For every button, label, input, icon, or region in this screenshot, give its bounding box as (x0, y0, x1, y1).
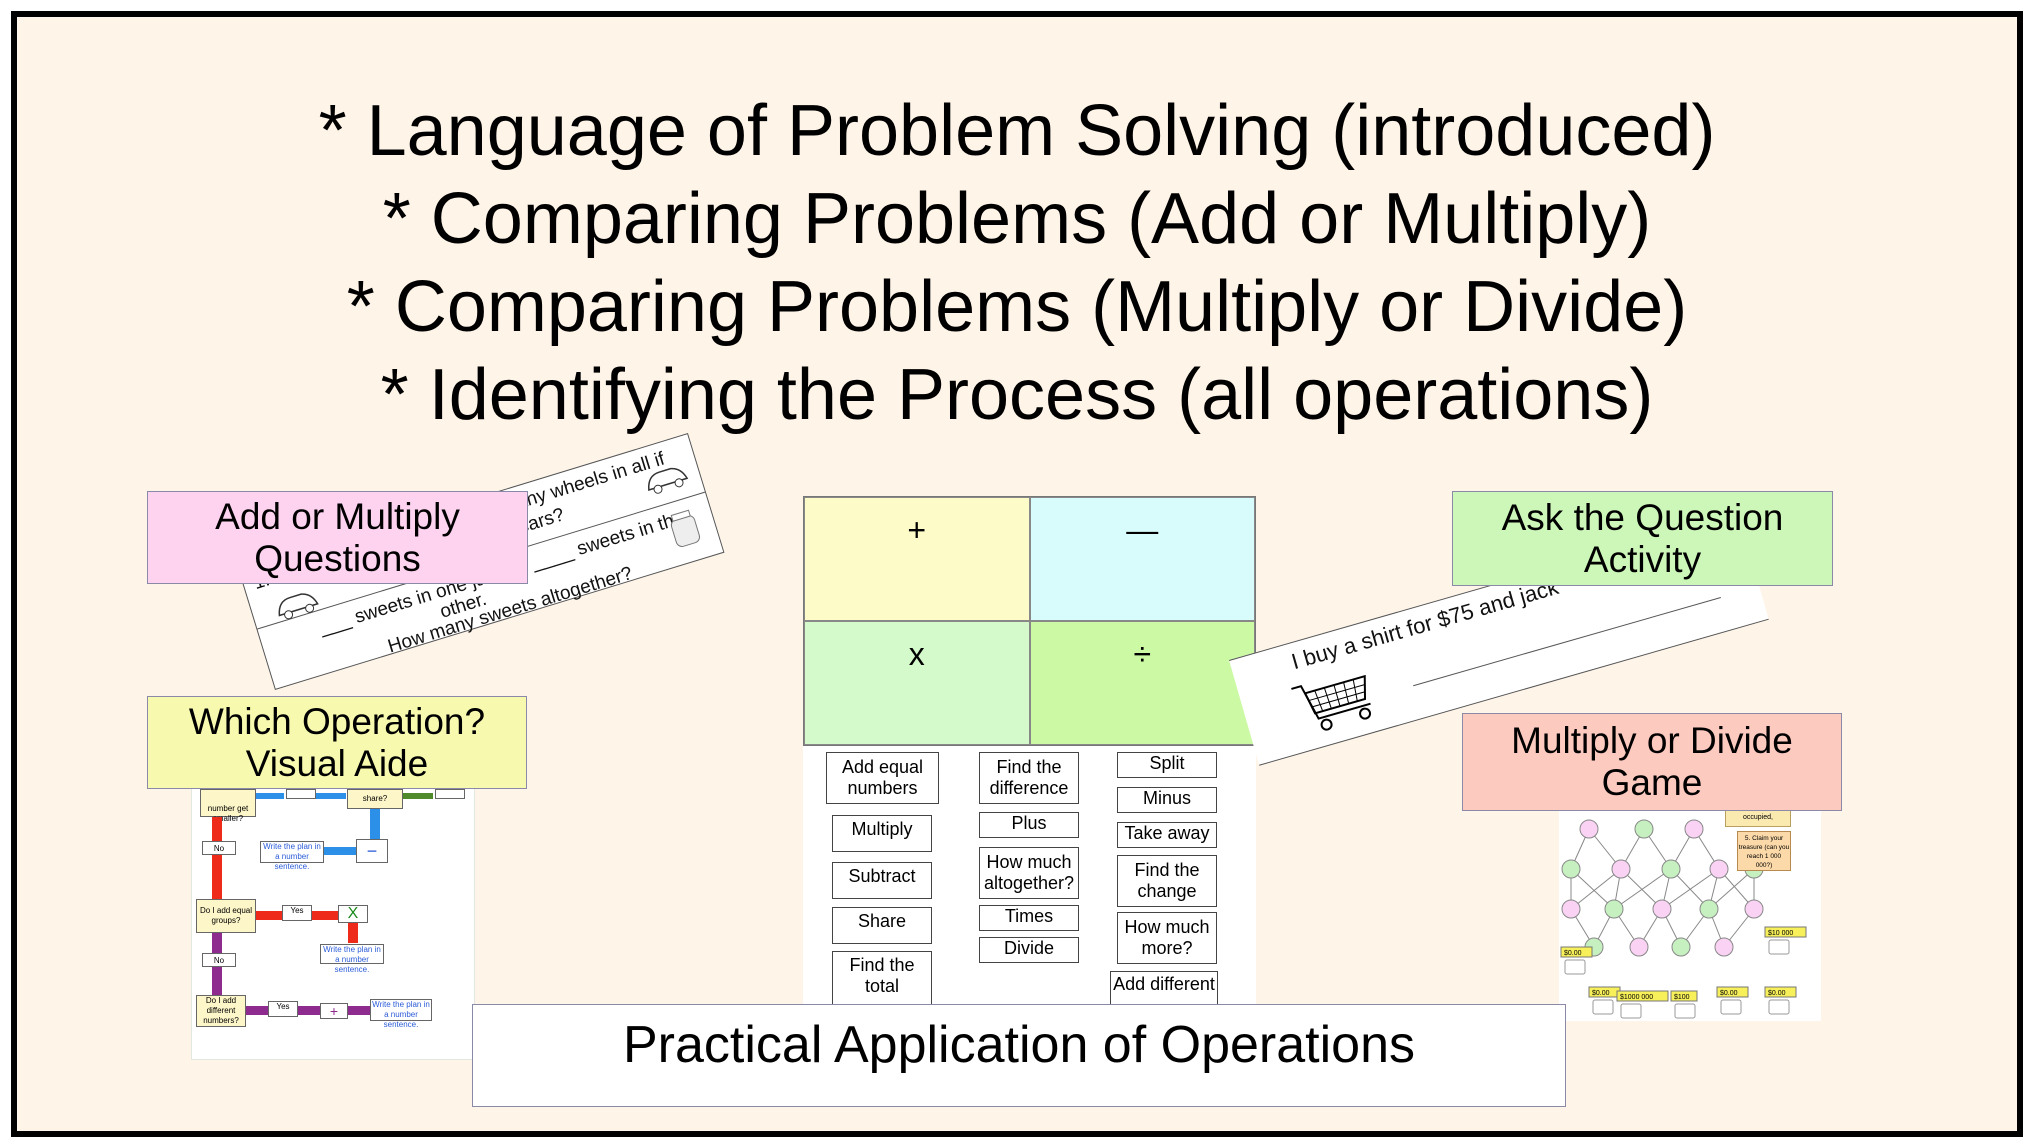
word-card[interactable]: Times (979, 905, 1079, 931)
sweets-jar-icon (670, 509, 701, 547)
word-card[interactable]: Find the change (1117, 855, 1217, 907)
game-space (1604, 899, 1624, 919)
flow-question-different-numbers: Do I add different numbers? (196, 995, 246, 1027)
word-card[interactable]: How much more? (1117, 912, 1217, 964)
word-card[interactable]: Take away (1117, 822, 1217, 848)
flow-minus-operation: − (356, 839, 388, 863)
title-line-1: * Language of Problem Solving (introduce… (318, 91, 1716, 171)
flow-question-equal-groups: Do I add equal groups? (196, 899, 256, 933)
which-operation-label[interactable]: Which Operation? Visual Aide (147, 696, 527, 789)
grid-cell-multiply: x (804, 621, 1030, 745)
practical-application-label[interactable]: Practical Application of Operations (472, 1004, 1566, 1107)
game-space (1684, 819, 1704, 839)
word-card[interactable]: Minus (1117, 787, 1217, 813)
game-space (1561, 899, 1581, 919)
game-space (1561, 859, 1581, 879)
game-space (1709, 859, 1729, 879)
game-space (1671, 937, 1691, 957)
prize-value: $1000 000 (1620, 994, 1653, 1001)
operations-grid: + — x ÷ (803, 496, 1256, 746)
game-space (1652, 899, 1672, 919)
game-space (1714, 937, 1734, 957)
title-list: * Language of Problem Solving (introduce… (17, 87, 2017, 439)
ask-the-question-label[interactable]: Ask the Question Activity (1452, 491, 1833, 586)
word-card[interactable]: Plus (979, 812, 1079, 838)
treasure-chest-icon (1768, 999, 1790, 1015)
title-line-2: * Comparing Problems (Add or Multiply) (382, 179, 1652, 259)
game-space (1611, 859, 1631, 879)
grid-cell-subtract: — (1029, 497, 1255, 621)
game-space (1579, 819, 1599, 839)
flow-yes-1: Yes (282, 905, 312, 921)
flow-times-operation: X (338, 905, 368, 923)
prize-value: $0.00 (1768, 990, 1786, 997)
flow-plus-operation: + (320, 1003, 348, 1019)
flow-yes-2: Yes (268, 1001, 298, 1017)
word-card[interactable]: Find the total (832, 951, 932, 1011)
slide: * Language of Problem Solving (introduce… (11, 11, 2023, 1137)
word-card[interactable]: Multiply (832, 815, 932, 852)
treasure-chest-icon (1768, 939, 1790, 955)
treasure-chest-icon (1720, 999, 1742, 1015)
treasure-chest-icon (1620, 1003, 1642, 1019)
game-space (1699, 899, 1719, 919)
game-note-occupied: occupied, (1725, 809, 1791, 827)
word-card[interactable]: How much altogether? (979, 847, 1079, 899)
word-card[interactable]: Divide (979, 937, 1079, 963)
treasure-chest-icon (1674, 1003, 1696, 1019)
word-card[interactable]: Subtract (832, 862, 932, 899)
flow-no-2: No (202, 953, 236, 967)
word-card[interactable]: Find the difference (979, 752, 1079, 804)
flow-question-smaller: number get smaller? (200, 789, 256, 823)
word-card[interactable]: Split (1117, 752, 1217, 778)
treasure-chest-icon (1564, 959, 1586, 975)
title-line-3: * Comparing Problems (Multiply or Divide… (346, 267, 1688, 347)
treasure-chest-icon (1592, 999, 1614, 1015)
shopping-cart-icon (1291, 674, 1372, 731)
flow-write-plan-3: Write the plan in a number sentence. (370, 999, 432, 1029)
prize-value: $0.00 (1564, 950, 1582, 957)
game-space (1661, 859, 1681, 879)
flow-no-1: No (202, 841, 236, 855)
word-card[interactable]: Share (832, 907, 932, 944)
game-space (1744, 899, 1764, 919)
prize-value: $100 (1674, 994, 1690, 1001)
flow-write-plan-1: Write the plan in a number sentence. (260, 841, 324, 871)
flow-question-share: share? (347, 789, 403, 809)
word-card[interactable]: Add equal numbers (826, 752, 939, 804)
word-cards: Add equal numbers Multiply Subtract Shar… (803, 746, 1256, 1016)
prize-value: $0.00 (1720, 990, 1738, 997)
title-line-4: * Identifying the Process (all operation… (380, 355, 1654, 435)
prize-value: $10 000 (1768, 930, 1793, 937)
prize-value: $0.00 (1592, 990, 1610, 997)
game-space (1634, 819, 1654, 839)
flow-write-plan-2: Write the plan in a number sentence. (320, 944, 384, 974)
game-space (1629, 937, 1649, 957)
grid-cell-add: + (804, 497, 1030, 621)
grid-cell-divide: ÷ (1029, 621, 1255, 745)
multiply-or-divide-game-board: $0.00 $0.00 $1000 000 $100 $0.00 $0.00 $10 000… (1559, 809, 1821, 1021)
add-or-multiply-label[interactable]: Add or Multiply Questions (147, 491, 528, 584)
multiply-or-divide-label[interactable]: Multiply or Divide Game (1462, 713, 1842, 811)
shopping-strip-text: I buy a shirt for $75 and jack (1288, 574, 1562, 675)
which-operation-flowchart: number get smaller? share? No − Write th… (191, 786, 475, 1060)
game-note-claim: 5. Claim your treasure (can you reach 1 … (1737, 831, 1791, 871)
